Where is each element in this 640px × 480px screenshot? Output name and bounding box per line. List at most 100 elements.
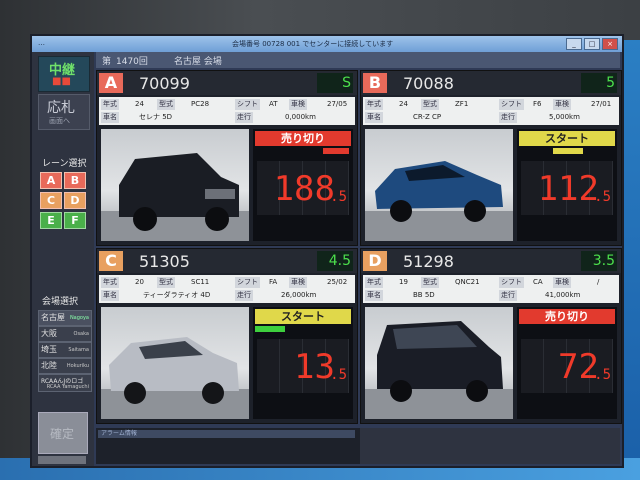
mileage-value: 5,000km [549, 113, 580, 121]
price-display: 売り切り 72 .5 [517, 307, 617, 419]
year-label: 年式 [365, 277, 383, 288]
status-sold: 売り切り [519, 309, 615, 324]
close-button[interactable]: × [602, 38, 618, 50]
bottom-button[interactable] [38, 456, 86, 464]
venue-name: 名古屋 [41, 313, 65, 322]
confirm-label: 確定 [50, 427, 75, 441]
shift-label: シフト [499, 99, 524, 110]
vehicle-info: 年式 24 型式 ZF1 シフト F6 車検 27/01 車名 CR-Z CP … [363, 97, 619, 125]
year-label: 年式 [101, 277, 119, 288]
lot-number: 70099 [139, 74, 190, 93]
minimize-button[interactable]: _ [566, 38, 582, 50]
venue-name: 埼玉 [41, 345, 57, 354]
mileage-value: 26,000km [281, 291, 317, 299]
grade-score: S [317, 73, 353, 93]
bid-screen-button[interactable]: 応札 画面へ [38, 94, 90, 130]
vehicle-info: 年式 20 型式 SC11 シフト FA 車検 25/02 車名 ティーダラティ… [99, 275, 355, 303]
price-display: スタート 13 .5 [253, 307, 353, 419]
lane-button-d[interactable]: D [64, 192, 86, 209]
status-start: スタート [255, 309, 351, 324]
shift-value: AT [269, 100, 278, 108]
alarm-info-label: アラーム情報 [98, 430, 355, 438]
venue-rcaa[interactable]: RCAAんJのロゴ RCAA Yamaguchi [38, 374, 92, 392]
name-label: 車名 [365, 290, 383, 301]
name-label: 車名 [101, 112, 119, 123]
status-indicator [255, 326, 285, 332]
lane-panel-b: B 70088 5 年式 24 型式 ZF1 シフト F6 車検 27/01 車… [360, 70, 622, 246]
title-left: … [38, 39, 45, 47]
lane-letter: A [99, 73, 123, 93]
inspection-value: 25/02 [327, 278, 348, 286]
venue-hokuriku[interactable]: 北陸 Hokuriku [38, 358, 92, 374]
grade-score: 5 [581, 73, 617, 93]
venue-en: Nagoya [69, 315, 89, 321]
model-label: 型式 [157, 99, 175, 110]
vehicle-photo [101, 307, 249, 419]
year-label: 年式 [365, 99, 383, 110]
mileage-value: 0,000km [285, 113, 316, 121]
price-integer: 188 [273, 169, 335, 209]
grade-score: 4.5 [317, 251, 353, 271]
name-value: CR-Z CP [413, 113, 442, 121]
maximize-button[interactable]: □ [584, 38, 600, 50]
lot-number: 51298 [403, 252, 454, 271]
lane-panel-c: C 51305 4.5 年式 20 型式 SC11 シフト FA 車検 25/0… [96, 248, 358, 424]
year-value: 19 [399, 278, 408, 286]
left-panel: 中継 ■■ 応札 画面へ レーン選択 A B C D E F 会場選択 名古屋 … [32, 52, 94, 466]
session-number: 1470回 [116, 57, 148, 67]
shift-label: シフト [499, 277, 524, 288]
shift-label: シフト [235, 99, 260, 110]
lane-button-a[interactable]: A [40, 172, 62, 189]
model-value: QNC21 [455, 278, 480, 286]
venue-nagoya[interactable]: 名古屋 Nagoya [38, 310, 92, 326]
venue-saitama[interactable]: 埼玉 Saitama [38, 342, 92, 358]
lane-panel-d: D 51298 3.5 年式 19 型式 QNC21 シフト CA 車検 / 車… [360, 248, 622, 424]
bid-label: 応札 [47, 100, 75, 116]
venue-name-header: 名古屋 会場 [174, 57, 222, 67]
mileage-label: 走行 [235, 112, 253, 123]
inspection-label: 車検 [553, 99, 571, 110]
mileage-label: 走行 [235, 290, 253, 301]
venue-en: RCAA Yamaguchi [46, 384, 89, 390]
price-integer: 13 [294, 347, 335, 387]
mileage-label: 走行 [499, 112, 517, 123]
shift-value: FA [269, 278, 278, 286]
session-header: 第 1470回 名古屋 会場 [96, 52, 620, 68]
year-value: 24 [135, 100, 144, 108]
inspection-value: 27/01 [591, 100, 612, 108]
title-bar: … 会場番号 00728 001 でセンターに接続しています _ □ × [32, 36, 622, 52]
lane-letter: B [363, 73, 387, 93]
year-value: 24 [399, 100, 408, 108]
inspection-label: 車検 [289, 277, 307, 288]
mileage-value: 41,000km [545, 291, 581, 299]
price-decimal: .5 [594, 189, 611, 205]
chuken-button[interactable]: 中継 ■■ [38, 56, 90, 92]
lane-button-c[interactable]: C [40, 192, 62, 209]
venue-osaka[interactable]: 大阪 Osaka [38, 326, 92, 342]
lane-button-e[interactable]: E [40, 212, 62, 229]
price-decimal: .5 [330, 367, 347, 383]
bottom-right-panel [360, 428, 620, 464]
price-integer: 72 [558, 347, 599, 387]
shift-label: シフト [235, 277, 260, 288]
confirm-button[interactable]: 確定 [38, 412, 88, 454]
model-value: PC28 [191, 100, 210, 108]
mileage-label: 走行 [499, 290, 517, 301]
price-display: 売り切り 188 .5 [253, 129, 353, 241]
model-label: 型式 [421, 277, 439, 288]
inspection-label: 車検 [553, 277, 571, 288]
lane-button-f[interactable]: F [64, 212, 86, 229]
session-no-label: 第 [102, 57, 112, 67]
name-value: セレナ 5D [139, 113, 173, 121]
name-value: BB 5D [413, 291, 435, 299]
price-display: スタート 112 .5 [517, 129, 617, 241]
price-integer: 112 [537, 169, 599, 209]
bid-sub: 画面へ [49, 117, 70, 125]
status-indicator [323, 148, 349, 154]
model-label: 型式 [421, 99, 439, 110]
lane-letter: C [99, 251, 123, 271]
lane-select-label: レーン選択 [42, 159, 87, 169]
venue-en: Saitama [68, 347, 89, 353]
vehicle-photo [365, 129, 513, 241]
lane-button-b[interactable]: B [64, 172, 86, 189]
